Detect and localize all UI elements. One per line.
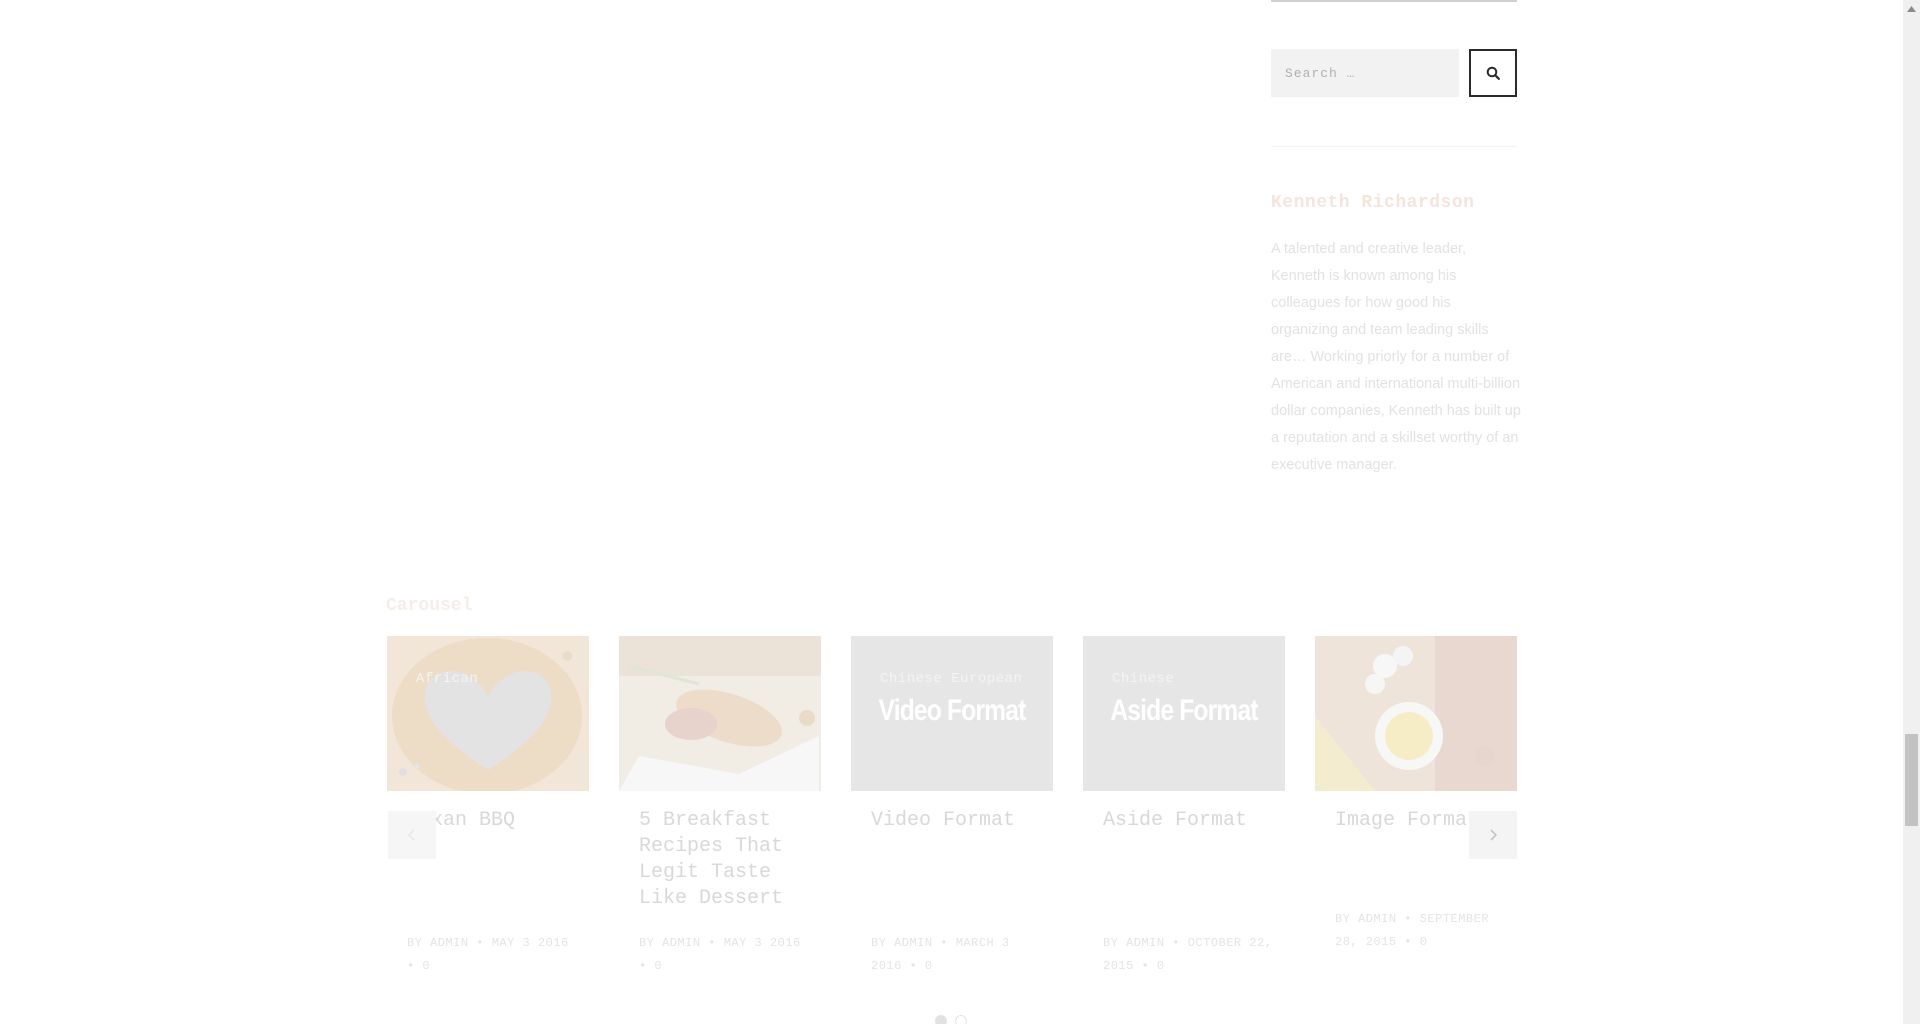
- chevron-left-icon: [407, 829, 415, 841]
- carousel-card[interactable]: Video Format Chinese European Video Form…: [851, 636, 1053, 996]
- search-form: [1271, 49, 1517, 97]
- sidebar-divider: [1271, 146, 1517, 147]
- card-meta: BY ADMIN • MARCH 3 2016 • 0: [871, 936, 1010, 973]
- card-thumbnail[interactable]: Aside Format: [1083, 636, 1285, 791]
- carousel-pagination: [935, 1015, 967, 1024]
- card-thumbnail[interactable]: African: [387, 636, 589, 791]
- carousel-prev-button[interactable]: [388, 811, 436, 859]
- card-title[interactable]: 5 Breakfast Recipes That Legit Taste Lik…: [639, 808, 809, 912]
- pagination-dot-active[interactable]: [935, 1015, 947, 1024]
- carousel-card[interactable]: 5 Breakfast Recipes That Legit Taste Lik…: [619, 636, 821, 996]
- card-categories[interactable]: Chinese: [1112, 671, 1174, 687]
- card-meta: BY ADMIN • OCTOBER 22, 2015 • 0: [1103, 936, 1273, 973]
- pagination-dot[interactable]: [955, 1015, 967, 1024]
- bbq-image: [387, 636, 589, 791]
- author-name: Kenneth Richardson: [1271, 193, 1475, 213]
- carousel-track: African Texan BBQ BY ADMIN • MAY 3 2016 …: [387, 636, 1517, 996]
- page: Kenneth Richardson A talented and creati…: [0, 0, 1920, 1024]
- breakfast-image: [619, 636, 821, 791]
- cheese-board-image: [1315, 636, 1517, 791]
- search-icon: [1486, 66, 1500, 80]
- carousel-card[interactable]: Aside Format Chinese Aside Format BY ADM…: [1083, 636, 1285, 996]
- format-label: Aside Format: [1110, 694, 1258, 727]
- scrollbar-thumb[interactable]: [1905, 734, 1918, 826]
- triangle-up-icon: [1907, 5, 1916, 12]
- carousel-title: Carousel: [386, 596, 473, 616]
- card-thumbnail[interactable]: [619, 636, 821, 791]
- search-input[interactable]: [1271, 49, 1459, 97]
- card-title[interactable]: Video Format: [871, 808, 1041, 834]
- format-label: Video Format: [878, 694, 1027, 727]
- card-categories[interactable]: Chinese European: [880, 671, 1022, 687]
- sidebar-top-divider: [1271, 0, 1517, 2]
- card-meta: BY ADMIN • MAY 3 2016 • 0: [639, 936, 801, 973]
- author-bio: A talented and creative leader, Kenneth …: [1271, 241, 1521, 473]
- search-button[interactable]: [1469, 49, 1517, 97]
- card-categories[interactable]: African: [416, 671, 478, 687]
- carousel-next-button[interactable]: [1469, 811, 1517, 859]
- scroll-up-arrow[interactable]: [1903, 0, 1920, 17]
- card-meta: BY ADMIN • MAY 3 2016 • 0: [407, 936, 569, 973]
- scrollbar[interactable]: [1903, 0, 1920, 1024]
- card-title[interactable]: Aside Format: [1103, 808, 1273, 834]
- card-meta: BY ADMIN • SEPTEMBER 28, 2015 • 0: [1335, 912, 1490, 949]
- card-thumbnail[interactable]: Video Format: [851, 636, 1053, 791]
- card-thumbnail[interactable]: [1315, 636, 1517, 791]
- chevron-right-icon: [1490, 829, 1498, 841]
